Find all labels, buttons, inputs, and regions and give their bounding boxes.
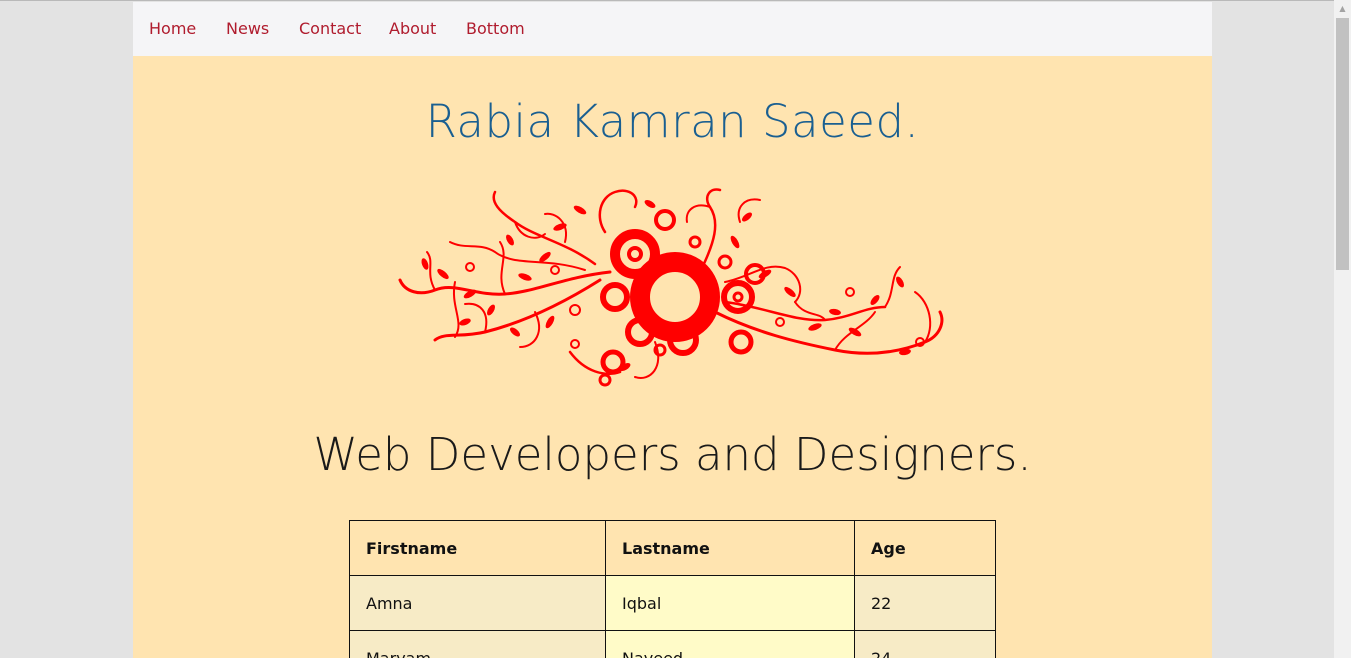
column-header-lastname: Lastname — [605, 520, 855, 576]
table-header-row: Firstname Lastname Age — [349, 520, 996, 576]
developers-table: Firstname Lastname Age Amna Iqbal 22 Mar… — [349, 520, 996, 658]
site-title: Rabia Kamran Saeed. — [425, 95, 920, 148]
scrollbar-thumb[interactable] — [1336, 18, 1349, 270]
cell-lastname: Iqbal — [605, 575, 855, 631]
nav-news-link[interactable]: News — [226, 19, 269, 39]
floral-ornament-image — [398, 188, 944, 387]
cell-firstname: Maryam — [349, 630, 606, 658]
table-row: Maryam Naveed 24 — [349, 630, 996, 658]
cell-lastname: Naveed — [605, 630, 855, 658]
column-header-age: Age — [854, 520, 996, 576]
nav-about-link[interactable]: About — [389, 19, 436, 39]
scroll-up-arrow-icon[interactable]: ▲ — [1334, 0, 1351, 17]
cell-age: 22 — [854, 575, 996, 631]
nav-home-link[interactable]: Home — [149, 19, 196, 39]
page-container: Home News Contact About Bottom Rabia Kam… — [133, 2, 1212, 658]
window-top-border — [0, 0, 1351, 1]
nav-contact-link[interactable]: Contact — [299, 19, 361, 39]
table-row: Amna Iqbal 22 — [349, 575, 996, 631]
nav-bottom-link[interactable]: Bottom — [466, 19, 525, 39]
cell-firstname: Amna — [349, 575, 606, 631]
cell-age: 24 — [854, 630, 996, 658]
column-header-firstname: Firstname — [349, 520, 606, 576]
section-headline: Web Developers and Designers. — [313, 428, 1032, 481]
vertical-scrollbar[interactable]: ▲ — [1334, 0, 1351, 658]
top-navigation-bar: Home News Contact About Bottom — [133, 2, 1212, 56]
